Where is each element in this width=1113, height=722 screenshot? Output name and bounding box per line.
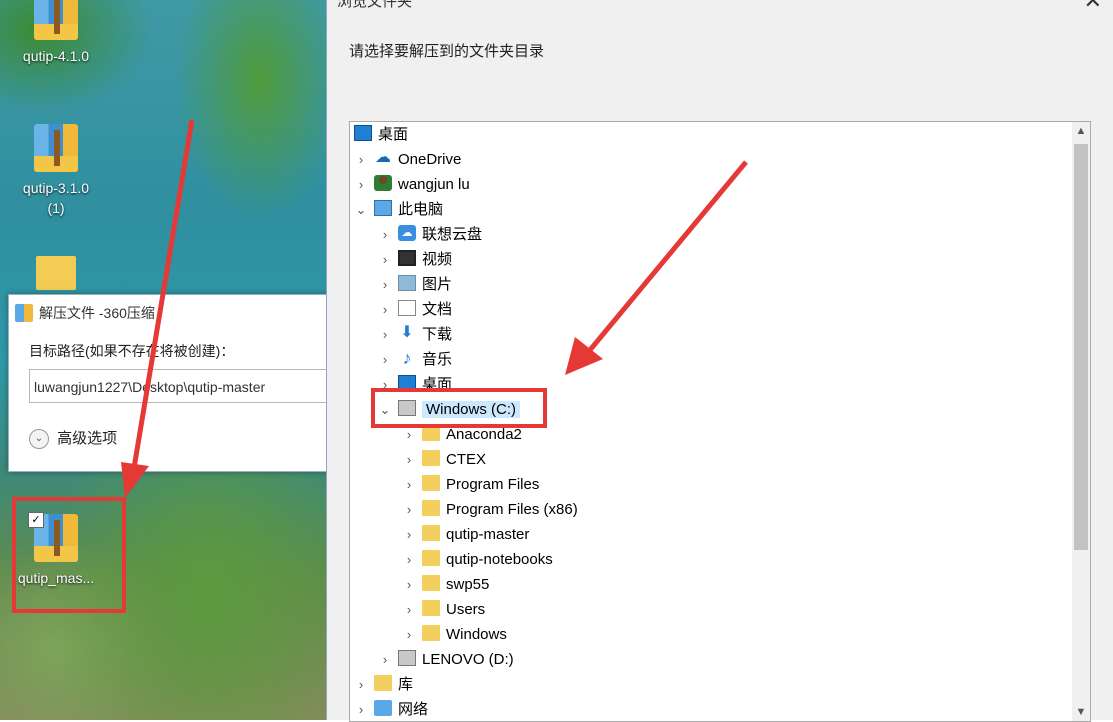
video-icon <box>398 250 416 267</box>
tree-item-downloads[interactable]: › ⬇ 下载 <box>378 322 452 347</box>
tree-item-onedrive[interactable]: › ☁ OneDrive <box>354 147 462 172</box>
tree-item-folder[interactable]: › qutip-notebooks <box>402 547 553 572</box>
chevron-right-icon[interactable]: › <box>378 322 392 347</box>
chevron-right-icon[interactable]: › <box>402 522 416 547</box>
folder-icon <box>422 550 440 567</box>
scroll-thumb[interactable] <box>1074 144 1088 550</box>
tree-item-this-pc[interactable]: ⌄ 此电脑 <box>354 197 443 222</box>
tree-item-folder[interactable]: › Users <box>402 597 485 622</box>
browse-dialog-title: 浏览文件夹 <box>337 0 413 10</box>
chevron-right-icon[interactable]: › <box>354 697 368 721</box>
network-icon <box>374 700 392 717</box>
advanced-options-label: 高级选项 <box>57 430 118 447</box>
desktop-icon-folder[interactable] <box>8 256 104 290</box>
tree-item-desktop[interactable]: 桌面 <box>354 122 408 147</box>
chevron-right-icon[interactable]: › <box>402 472 416 497</box>
folder-icon <box>422 600 440 617</box>
tree-item-folder[interactable]: › Windows <box>402 622 507 647</box>
chevron-right-icon[interactable]: › <box>378 222 392 247</box>
user-icon <box>374 175 392 192</box>
folder-icon <box>422 500 440 517</box>
target-path-input[interactable]: luwangjun1227\Desktop\qutip-master <box>29 369 333 403</box>
chevron-right-icon[interactable]: › <box>354 672 368 697</box>
folder-icon <box>422 525 440 542</box>
tree-item-lenovo-d[interactable]: › LENOVO (D:) <box>378 647 514 672</box>
folder-icon <box>422 575 440 592</box>
advanced-options-button[interactable]: ⌄ 高级选项 <box>29 427 118 450</box>
download-icon: ⬇ <box>400 324 414 342</box>
extract-dialog-title: 解压文件 -360压缩 <box>9 295 331 331</box>
extract-dialog: 解压文件 -360压缩 目标路径(如果不存在将被创建)： luwangjun12… <box>8 294 333 472</box>
tree-item-music[interactable]: › ♪ 音乐 <box>378 347 452 372</box>
cloud-icon: ☁ <box>375 149 391 167</box>
chevron-right-icon[interactable]: › <box>402 622 416 647</box>
computer-icon <box>374 200 392 217</box>
archive-icon <box>34 124 78 172</box>
document-icon <box>398 300 416 317</box>
archive-icon <box>34 0 78 40</box>
chevron-right-icon[interactable]: › <box>402 447 416 472</box>
desktop-icon-qutip-410[interactable]: qutip-4.1.0 <box>8 0 104 66</box>
tree-item-folder[interactable]: › swp55 <box>402 572 489 597</box>
folder-icon <box>422 625 440 642</box>
target-path-label: 目标路径(如果不存在将被创建)： <box>29 343 235 359</box>
tree-item-folder[interactable]: › Program Files <box>402 472 539 497</box>
chevron-right-icon[interactable]: › <box>402 572 416 597</box>
tree-item-lenovo-cloud[interactable]: › ☁ 联想云盘 <box>378 222 482 247</box>
chevron-down-icon[interactable]: ⌄ <box>354 197 368 222</box>
chevron-right-icon[interactable]: › <box>402 497 416 522</box>
desktop-icon-qutip-310[interactable]: qutip-3.1.0 (1) <box>8 124 104 218</box>
chevron-right-icon[interactable]: › <box>378 347 392 372</box>
browse-folder-dialog: 浏览文件夹 ✕ 请选择要解压到的文件夹目录 桌面 › ☁ OneDrive › wan… <box>326 0 1113 722</box>
chevron-right-icon[interactable]: › <box>354 172 368 197</box>
chevron-right-icon[interactable]: › <box>402 597 416 622</box>
tree-item-network[interactable]: › 网络 <box>354 697 428 721</box>
folder-icon <box>422 450 440 467</box>
tree-item-libraries[interactable]: › 库 <box>354 672 413 697</box>
chevron-right-icon[interactable]: › <box>378 647 392 672</box>
chevron-right-icon[interactable]: › <box>402 547 416 572</box>
folder-icon <box>36 256 76 290</box>
chevron-right-icon[interactable]: › <box>378 247 392 272</box>
chevron-right-icon[interactable]: › <box>354 147 368 172</box>
tree-item-folder[interactable]: › Program Files (x86) <box>402 497 578 522</box>
tree-item-pictures[interactable]: › 图片 <box>378 272 452 297</box>
tree-item-folder[interactable]: › qutip-master <box>402 522 529 547</box>
browse-dialog-prompt: 请选择要解压到的文件夹目录 <box>349 43 545 60</box>
chevron-down-icon: ⌄ <box>29 429 49 450</box>
tree-item-videos[interactable]: › 视频 <box>378 247 452 272</box>
scroll-down-icon[interactable]: ▼ <box>1072 703 1090 721</box>
tree-item-user[interactable]: › wangjun lu <box>354 172 470 197</box>
chevron-right-icon[interactable]: › <box>378 297 392 322</box>
music-icon: ♪ <box>402 348 412 369</box>
tree-item-documents[interactable]: › 文档 <box>378 297 452 322</box>
library-icon <box>374 675 392 692</box>
cloud-drive-icon: ☁ <box>398 225 416 242</box>
close-icon[interactable]: ✕ <box>1084 0 1102 14</box>
picture-icon <box>398 275 416 292</box>
scroll-up-icon[interactable]: ▲ <box>1072 122 1090 140</box>
vertical-scrollbar[interactable]: ▲ ▼ <box>1072 122 1090 721</box>
folder-icon <box>422 475 440 492</box>
tree-item-folder[interactable]: › CTEX <box>402 447 486 472</box>
desktop-icon <box>354 125 372 142</box>
desktop-icon-label: qutip-4.1.0 <box>22 48 90 64</box>
chevron-right-icon[interactable]: › <box>378 272 392 297</box>
drive-icon <box>398 650 416 667</box>
annotation-box-desktop <box>12 497 126 613</box>
desktop-icon-label: qutip-3.1.0 (1) <box>22 180 90 216</box>
app-icon <box>15 304 33 322</box>
annotation-box-windows-c <box>371 388 547 428</box>
extract-dialog-title-text: 解压文件 -360压缩 <box>39 305 155 321</box>
